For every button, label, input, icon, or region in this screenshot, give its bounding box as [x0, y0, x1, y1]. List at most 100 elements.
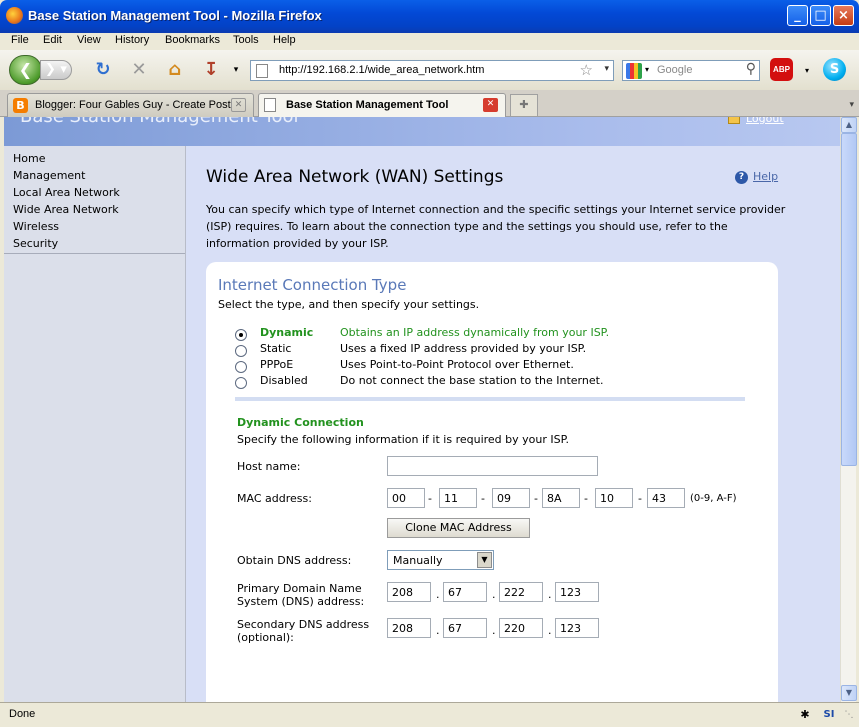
page-viewport: Base Station Management Tool Logout Home…: [4, 117, 840, 702]
chevron-down-icon[interactable]: ▼: [477, 552, 492, 568]
menu-history[interactable]: History: [115, 34, 149, 46]
window-titlebar: Base Station Management Tool - Mozilla F…: [0, 0, 859, 33]
option-label: PPPoE: [260, 358, 294, 371]
sidebar-item-home[interactable]: Home: [13, 150, 185, 167]
dns-separator: .: [548, 624, 552, 637]
page-title: Wide Area Network (WAN) Settings: [206, 167, 504, 187]
tab-list-icon[interactable]: ▾: [849, 100, 854, 110]
minimize-button[interactable]: _: [787, 5, 808, 26]
close-button[interactable]: ×: [833, 5, 854, 26]
url-bar[interactable]: http://192.168.2.1/wide_area_network.htm…: [250, 60, 614, 81]
url-dropdown-icon[interactable]: ▾: [604, 64, 609, 74]
dns-separator: .: [548, 588, 552, 601]
logout-link[interactable]: Logout: [746, 117, 784, 125]
download-icon[interactable]: ↧: [199, 58, 223, 82]
secondary-dns-octet-3[interactable]: [499, 618, 543, 638]
mac-octet-2[interactable]: [439, 488, 477, 508]
mac-octet-4[interactable]: [542, 488, 580, 508]
mac-octet-3[interactable]: [492, 488, 530, 508]
tab-base-station[interactable]: Base Station Management Tool ✕: [258, 93, 506, 118]
stop-icon[interactable]: ✕: [127, 58, 151, 82]
mac-octet-1[interactable]: [387, 488, 425, 508]
status-text: Done: [9, 708, 36, 720]
skype-icon[interactable]: S: [823, 58, 846, 81]
home-icon[interactable]: ⌂: [163, 58, 187, 82]
menu-help[interactable]: Help: [273, 34, 296, 46]
addon-icon[interactable]: ✱: [796, 706, 814, 724]
menu-bookmarks[interactable]: Bookmarks: [165, 34, 220, 46]
scroll-thumb[interactable]: [841, 133, 857, 466]
primary-dns-octet-3[interactable]: [499, 582, 543, 602]
sidebar-item-local-area-network[interactable]: Local Area Network: [13, 184, 185, 201]
bookmark-star-icon[interactable]: ☆: [580, 61, 593, 79]
option-description: Obtains an IP address dynamically from y…: [340, 326, 610, 339]
host-name-input[interactable]: [387, 456, 598, 476]
primary-dns-octet-1[interactable]: [387, 582, 431, 602]
primary-dns-label-line1: Primary Domain Name: [237, 582, 362, 595]
menu-tools[interactable]: Tools: [233, 34, 259, 46]
adblock-plus-icon[interactable]: ABP: [770, 58, 793, 81]
forward-button[interactable]: ❯ ▾: [40, 60, 72, 80]
dns-mode-label: Obtain DNS address:: [237, 554, 352, 567]
menu-bar: File Edit View History Bookmarks Tools H…: [0, 33, 859, 49]
menu-edit[interactable]: Edit: [43, 34, 62, 46]
main-content: Wide Area Network (WAN) Settings ? Help …: [187, 146, 840, 702]
scroll-up-icon[interactable]: ▲: [841, 117, 857, 133]
dns-separator: .: [492, 588, 496, 601]
help-link[interactable]: Help: [753, 170, 778, 183]
primary-dns-octet-4[interactable]: [555, 582, 599, 602]
dns-mode-value: Manually: [393, 554, 443, 567]
url-text: http://192.168.2.1/wide_area_network.htm: [279, 64, 485, 76]
search-placeholder: Google: [657, 64, 693, 76]
close-tab-icon[interactable]: ✕: [231, 98, 246, 112]
logout-icon[interactable]: [728, 117, 740, 124]
download-menu-icon[interactable]: ▾: [230, 58, 242, 82]
mac-octet-6[interactable]: [647, 488, 685, 508]
mac-octet-5[interactable]: [595, 488, 633, 508]
help-icon[interactable]: ?: [735, 171, 748, 184]
dns-mode-select[interactable]: Manually ▼: [387, 550, 494, 570]
search-bar[interactable]: ▾ Google ⚲: [622, 60, 760, 81]
mac-separator: -: [638, 492, 642, 505]
secondary-dns-octet-1[interactable]: [387, 618, 431, 638]
section-divider: [235, 397, 745, 401]
dynamic-section-title: Dynamic Connection: [237, 416, 364, 429]
new-tab-button[interactable]: ✚: [510, 94, 538, 116]
sidebar: Home Management Local Area Network Wide …: [4, 146, 186, 702]
secondary-dns-label-line2: (optional):: [237, 631, 294, 644]
back-button[interactable]: ❮: [9, 55, 42, 85]
maximize-button[interactable]: □: [810, 5, 831, 26]
option-label: Dynamic: [260, 326, 314, 339]
adblock-dropdown-icon[interactable]: ▾: [805, 66, 809, 75]
sidebar-item-security[interactable]: Security: [13, 235, 185, 252]
secondary-dns-octet-4[interactable]: [555, 618, 599, 638]
radio-static[interactable]: [235, 345, 247, 357]
page-icon: [264, 98, 276, 112]
search-engine-dropdown-icon[interactable]: ▾: [645, 65, 649, 74]
mac-address-label: MAC address:: [237, 492, 312, 505]
radio-pppoe[interactable]: [235, 361, 247, 373]
secondary-dns-octet-2[interactable]: [443, 618, 487, 638]
site-info-icon[interactable]: SI: [820, 706, 838, 724]
scroll-down-icon[interactable]: ▼: [841, 685, 857, 701]
menu-file[interactable]: File: [11, 34, 29, 46]
radio-dynamic[interactable]: [235, 329, 247, 341]
search-icon[interactable]: ⚲: [746, 61, 756, 77]
sidebar-item-management[interactable]: Management: [13, 167, 185, 184]
tab-label: Blogger: Four Gables Guy - Create Post: [35, 99, 231, 111]
close-tab-icon[interactable]: ✕: [483, 98, 498, 112]
primary-dns-label-line2: System (DNS) address:: [237, 595, 365, 608]
window-title: Base Station Management Tool - Mozilla F…: [28, 8, 322, 23]
sidebar-item-wireless[interactable]: Wireless: [13, 218, 185, 235]
primary-dns-octet-2[interactable]: [443, 582, 487, 602]
sidebar-item-wide-area-network[interactable]: Wide Area Network: [13, 201, 185, 218]
google-icon[interactable]: [626, 63, 642, 79]
resize-grip-icon[interactable]: ⋱: [840, 706, 858, 724]
menu-view[interactable]: View: [77, 34, 101, 46]
vertical-scrollbar[interactable]: ▲ ▼: [840, 117, 857, 702]
tab-blogger[interactable]: B Blogger: Four Gables Guy - Create Post…: [7, 93, 254, 117]
radio-disabled[interactable]: [235, 377, 247, 389]
reload-icon[interactable]: ↻: [91, 58, 115, 82]
clone-mac-address-button[interactable]: Clone MAC Address: [387, 518, 530, 538]
tab-label: Base Station Management Tool: [286, 99, 449, 111]
